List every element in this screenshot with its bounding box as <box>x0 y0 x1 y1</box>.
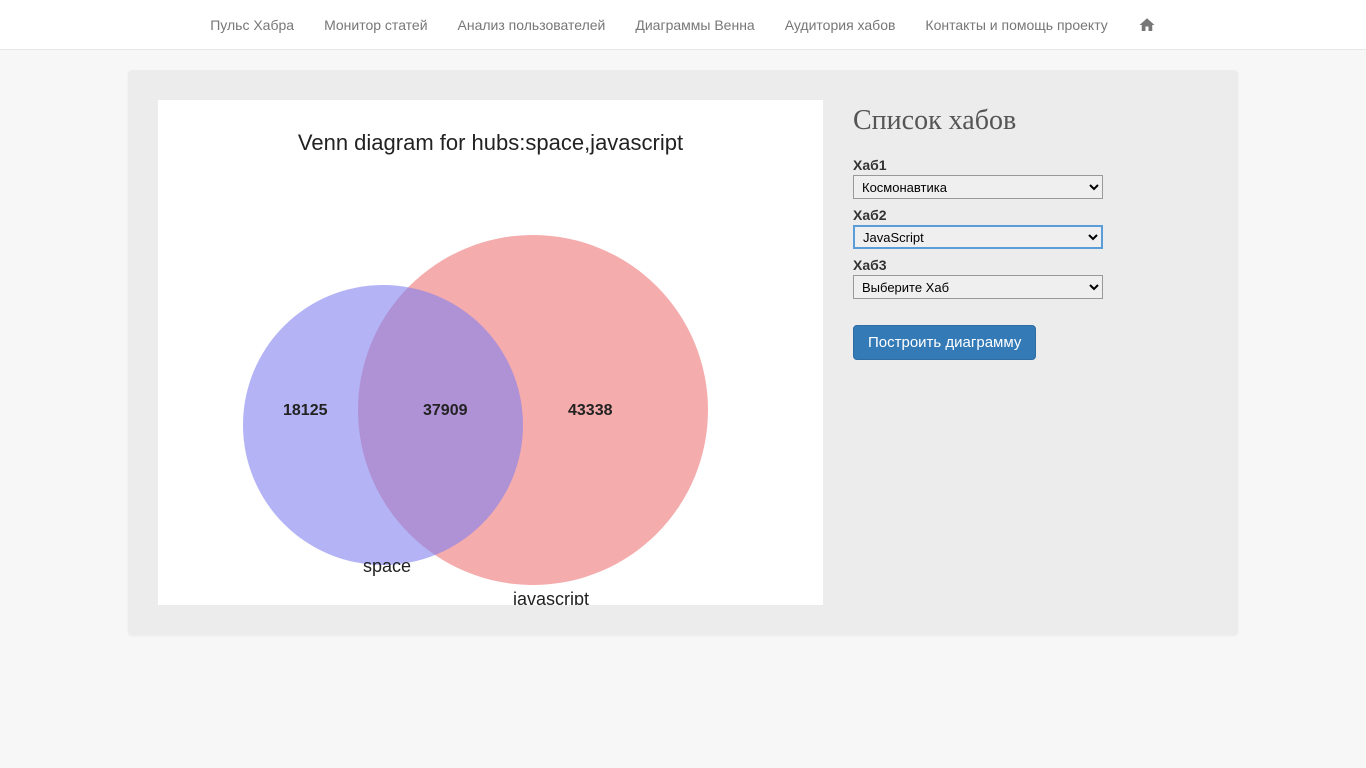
hub1-select[interactable]: Космонавтика <box>853 175 1103 199</box>
row: Venn diagram for hubs:space,javascript 1… <box>158 100 1208 605</box>
nav-list: Пульс Хабра Монитор статей Анализ пользо… <box>195 1 1171 49</box>
venn-svg: 18125 37909 43338 space javascript <box>158 160 823 605</box>
venn-circle-space <box>243 285 523 565</box>
venn-value-space-only: 18125 <box>283 402 328 419</box>
container: Venn diagram for hubs:space,javascript 1… <box>113 70 1253 635</box>
navbar: Пульс Хабра Монитор статей Анализ пользо… <box>0 0 1366 50</box>
nav-item-home[interactable] <box>1123 1 1171 49</box>
nav-item-contacts[interactable]: Контакты и помощь проекту <box>910 2 1122 48</box>
nav-item-analysis[interactable]: Анализ пользователей <box>443 2 621 48</box>
venn-chart: Venn diagram for hubs:space,javascript 1… <box>158 100 823 605</box>
venn-label-javascript: javascript <box>512 589 589 605</box>
nav-item-monitor[interactable]: Монитор статей <box>309 2 442 48</box>
nav-item-pulse[interactable]: Пульс Хабра <box>195 2 309 48</box>
build-diagram-button[interactable]: Построить диаграмму <box>853 325 1036 360</box>
hub3-label: Хаб3 <box>853 257 1208 273</box>
hub3-select[interactable]: Выберите Хаб <box>853 275 1103 299</box>
venn-label-space: space <box>363 556 411 576</box>
nav-item-venn[interactable]: Диаграммы Венна <box>620 2 769 48</box>
home-icon <box>1138 16 1156 34</box>
venn-value-javascript-only: 43338 <box>568 402 613 419</box>
form-title: Список хабов <box>853 105 1208 137</box>
chart-title: Venn diagram for hubs:space,javascript <box>158 100 823 156</box>
panel: Venn diagram for hubs:space,javascript 1… <box>128 70 1238 635</box>
chart-column: Venn diagram for hubs:space,javascript 1… <box>158 100 823 605</box>
nav-item-audience[interactable]: Аудитория хабов <box>770 2 911 48</box>
hub1-label: Хаб1 <box>853 157 1208 173</box>
hub2-select[interactable]: JavaScript <box>853 225 1103 249</box>
hub2-label: Хаб2 <box>853 207 1208 223</box>
form-column: Список хабов Хаб1 Космонавтика Хаб2 Java… <box>853 100 1208 605</box>
venn-value-intersection: 37909 <box>423 402 468 419</box>
